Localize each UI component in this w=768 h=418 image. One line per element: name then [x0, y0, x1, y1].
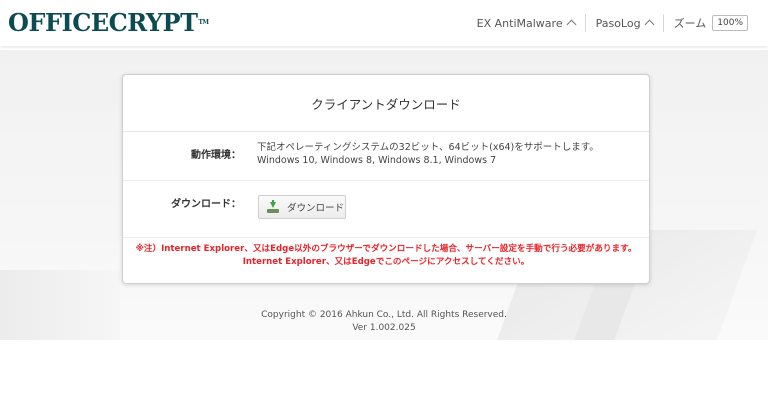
copyright-text: Copyright © 2016 Ahkun Co., Ltd. All Rig… [261, 310, 507, 320]
browser-notice: ※注）Internet Explorer、又はEdge以外のブラウザーでダウンロ… [123, 243, 649, 269]
notice-line-1: ※注）Internet Explorer、又はEdge以外のブラウザーでダウンロ… [135, 244, 637, 254]
logo-text: OFFICECRYPT [8, 8, 198, 37]
logo-tm: TM [198, 19, 209, 26]
zoom-control: ズーム 100% [664, 11, 758, 35]
download-button-label: ダウンロード [287, 203, 345, 214]
header-bar: OFFICECRYPTTM EX AntiMalware PasoLog ズーム… [0, 0, 768, 46]
chevron-up-icon [566, 19, 577, 30]
chevron-up-icon [644, 19, 655, 30]
download-icon [267, 199, 279, 213]
footer: Copyright © 2016 Ahkun Co., Ltd. All Rig… [0, 309, 768, 335]
nav-label: EX AntiMalware [476, 16, 563, 30]
download-card: クライアントダウンロード 動作環境： 下記オペレーティングシステムの32ビット、… [122, 74, 650, 284]
download-label: ダウンロード： [171, 199, 241, 210]
card-title: クライアントダウンロード [123, 75, 649, 132]
zoom-button[interactable]: 100% [712, 15, 748, 31]
top-nav: EX AntiMalware PasoLog ズーム 100% [467, 0, 758, 46]
environment-text: 下記オペレーティングシステムの32ビット、64ビット(x64)をサポートします。… [257, 141, 599, 167]
officecrypt-logo[interactable]: OFFICECRYPTTM [8, 11, 209, 35]
environment-label: 動作環境： [191, 150, 241, 161]
download-button[interactable]: ダウンロード [258, 195, 346, 219]
environment-row: 動作環境： 下記オペレーティングシステムの32ビット、64ビット(x64)をサポ… [123, 132, 649, 181]
environment-description: 下記オペレーティングシステムの32ビット、64ビット(x64)をサポートします。 [257, 142, 599, 153]
version-text: Ver 1.002.025 [352, 323, 416, 333]
download-row: ダウンロード： ダウンロード [123, 181, 649, 238]
notice-line-2: Internet Explorer、又はEdgeでこのページにアクセスしてくださ… [242, 257, 530, 267]
zoom-label: ズーム [673, 17, 707, 30]
nav-item-ex-antimalware[interactable]: EX AntiMalware [467, 11, 585, 35]
nav-item-pasolog[interactable]: PasoLog [586, 11, 663, 35]
nav-label: PasoLog [595, 16, 641, 30]
environment-os-list: Windows 10, Windows 8, Windows 8.1, Wind… [257, 155, 497, 166]
